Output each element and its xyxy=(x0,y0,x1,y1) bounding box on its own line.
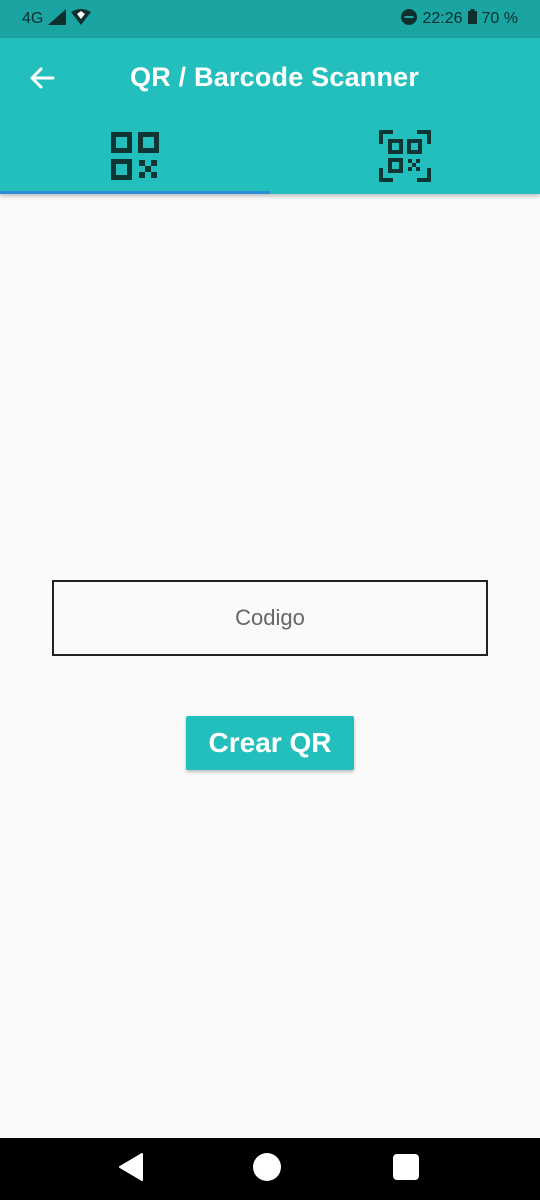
recents-square-icon xyxy=(392,1153,420,1186)
tab-create-qr[interactable] xyxy=(0,122,270,194)
wifi-icon xyxy=(71,8,92,30)
back-button[interactable] xyxy=(20,58,64,102)
code-input[interactable] xyxy=(52,580,488,656)
battery-icon xyxy=(467,9,477,29)
clock: 22:26 xyxy=(422,10,463,27)
signal-icon xyxy=(48,8,67,30)
nav-home-button[interactable] xyxy=(250,1152,284,1186)
qr-code-icon xyxy=(111,131,159,185)
page-title: QR / Barcode Scanner xyxy=(130,62,420,92)
home-circle-icon xyxy=(252,1152,282,1187)
system-nav-bar xyxy=(0,1138,540,1200)
tab-scan-qr[interactable] xyxy=(270,122,540,194)
status-right: 22:26 70 % xyxy=(401,8,518,30)
status-left: 4G xyxy=(22,8,92,30)
back-triangle-icon xyxy=(116,1152,146,1187)
network-type: 4G xyxy=(22,10,44,27)
nav-back-button[interactable] xyxy=(114,1152,148,1186)
battery-level: 70 % xyxy=(481,10,518,27)
qr-scan-icon xyxy=(379,129,431,187)
create-qr-panel: Crear QR xyxy=(0,194,540,1138)
app-bar: QR / Barcode Scanner xyxy=(0,38,540,194)
create-qr-button[interactable]: Crear QR xyxy=(186,716,354,770)
dnd-icon xyxy=(401,8,418,30)
toolbar: QR / Barcode Scanner xyxy=(0,38,540,122)
tab-bar xyxy=(0,122,540,194)
nav-recents-button[interactable] xyxy=(389,1152,423,1186)
status-bar: 4G 22:26 70 % xyxy=(0,0,540,38)
arrow-left-icon xyxy=(29,67,55,94)
